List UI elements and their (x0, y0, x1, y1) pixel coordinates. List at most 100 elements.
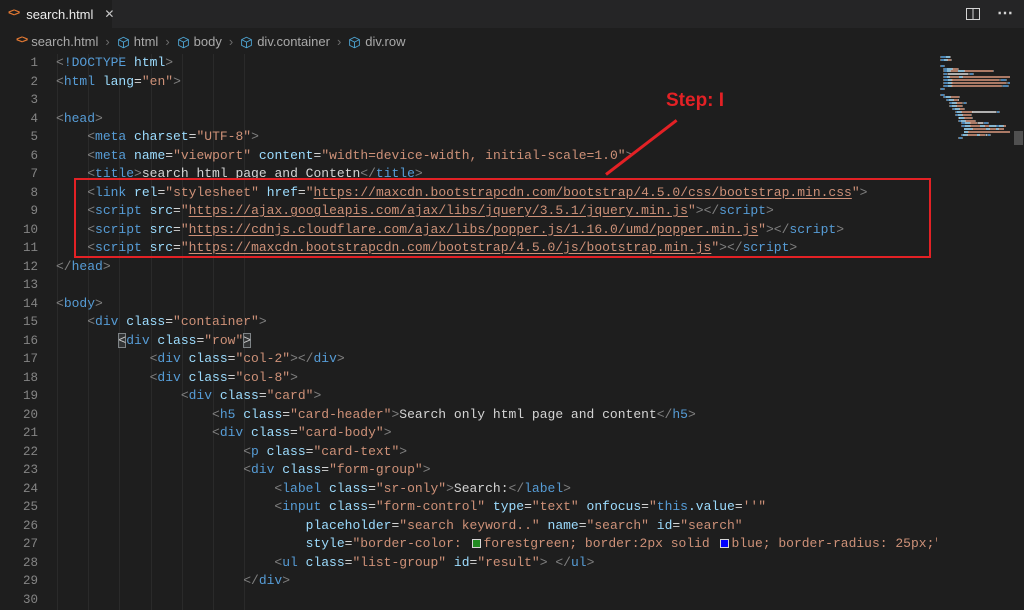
element-icon (177, 36, 190, 49)
line-content: <div class="col-8"> (38, 369, 298, 388)
split-editor-icon[interactable] (965, 6, 981, 22)
minimap[interactable] (937, 54, 1010, 610)
minimap-line (940, 70, 1010, 72)
line-content: <div class="card"> (38, 387, 321, 406)
code-line-4[interactable]: 4<head> (0, 110, 1024, 129)
code-line-11[interactable]: 11<script src="https://maxcdn.bootstrapc… (0, 239, 1024, 258)
line-content: <script src="https://maxcdn.bootstrapcdn… (38, 239, 797, 258)
code-line-23[interactable]: 23<div class="form-group"> (0, 461, 1024, 480)
code-line-6[interactable]: 6<meta name="viewport" content="width=de… (0, 147, 1024, 166)
breadcrumb-separator: › (229, 34, 233, 49)
code-line-27[interactable]: 27style="border-color: forestgreen; bord… (0, 535, 1024, 554)
minimap-line (940, 122, 1010, 124)
tab-search-html[interactable]: <> search.html ✕ (0, 0, 112, 28)
line-content: <div class="container"> (38, 313, 267, 332)
code-line-22[interactable]: 22<p class="card-text"> (0, 443, 1024, 462)
editor[interactable]: 1<!DOCTYPE html>2<html lang="en">34<head… (0, 54, 1024, 610)
scrollbar-thumb[interactable] (1014, 131, 1023, 145)
code-line-29[interactable]: 29</div> (0, 572, 1024, 591)
line-number: 11 (0, 239, 38, 258)
breadcrumb-label: div.row (365, 34, 405, 49)
line-content: style="border-color: forestgreen; border… (38, 535, 973, 554)
code-line-8[interactable]: 8<link rel="stylesheet" href="https://ma… (0, 184, 1024, 203)
minimap-line (940, 96, 1010, 98)
minimap-line (940, 76, 1010, 78)
breadcrumb: <>search.html›html›body›div.container›di… (0, 28, 1024, 54)
html-file-icon: <> (8, 8, 19, 20)
minimap-line (940, 99, 1010, 101)
code-line-28[interactable]: 28<ul class="list-group" id="result"> </… (0, 554, 1024, 573)
code-line-5[interactable]: 5<meta charset="UTF-8"> (0, 128, 1024, 147)
code-line-21[interactable]: 21<div class="card-body"> (0, 424, 1024, 443)
tab-bar: <> search.html ✕ ⋯ (0, 0, 1024, 28)
color-swatch-blue[interactable] (720, 539, 729, 548)
line-number: 14 (0, 295, 38, 314)
code-line-18[interactable]: 18<div class="col-8"> (0, 369, 1024, 388)
code-line-20[interactable]: 20<h5 class="card-header">Search only ht… (0, 406, 1024, 425)
line-number: 3 (0, 91, 38, 110)
line-number: 10 (0, 221, 38, 240)
line-content: <h5 class="card-header">Search only html… (38, 406, 696, 425)
line-content: <link rel="stylesheet" href="https://max… (38, 184, 867, 203)
line-number: 13 (0, 276, 38, 295)
breadcrumb-item-body[interactable]: body (177, 34, 222, 49)
code-line-25[interactable]: 25<input class="form-control" type="text… (0, 498, 1024, 517)
code-line-16[interactable]: 16<div class="row"> (0, 332, 1024, 351)
line-number: 17 (0, 350, 38, 369)
minimap-line (940, 65, 1010, 67)
code-line-15[interactable]: 15<div class="container"> (0, 313, 1024, 332)
line-content: <meta name="viewport" content="width=dev… (38, 147, 633, 166)
line-number: 20 (0, 406, 38, 425)
code-line-3[interactable]: 3 (0, 91, 1024, 110)
minimap-line (940, 85, 1010, 87)
line-content (38, 591, 56, 610)
minimap-line (940, 120, 1010, 122)
line-content: <meta charset="UTF-8"> (38, 128, 259, 147)
line-content: <div class="row"> (38, 332, 251, 351)
line-content: <html lang="en"> (38, 73, 181, 92)
color-swatch-forestgreen[interactable] (472, 539, 481, 548)
minimap-line (940, 140, 1010, 142)
minimap-line (940, 105, 1010, 107)
line-content: <!DOCTYPE html> (38, 54, 173, 73)
code-line-9[interactable]: 9<script src="https://ajax.googleapis.co… (0, 202, 1024, 221)
line-number: 28 (0, 554, 38, 573)
code-line-19[interactable]: 19<div class="card"> (0, 387, 1024, 406)
minimap-line (940, 131, 1010, 133)
code-line-1[interactable]: 1<!DOCTYPE html> (0, 54, 1024, 73)
code-line-17[interactable]: 17<div class="col-2"></div> (0, 350, 1024, 369)
element-icon (117, 36, 130, 49)
line-number: 5 (0, 128, 38, 147)
code-line-30[interactable]: 30 (0, 591, 1024, 610)
code-line-24[interactable]: 24<label class="sr-only">Search:</label> (0, 480, 1024, 499)
code-line-14[interactable]: 14<body> (0, 295, 1024, 314)
code-line-12[interactable]: 12</head> (0, 258, 1024, 277)
minimap-line (940, 137, 1010, 139)
line-number: 24 (0, 480, 38, 499)
code-line-13[interactable]: 13 (0, 276, 1024, 295)
line-number: 22 (0, 443, 38, 462)
scrollbar[interactable] (1010, 54, 1024, 610)
line-number: 7 (0, 165, 38, 184)
breadcrumb-item-div-container[interactable]: div.container (240, 34, 330, 49)
line-number: 29 (0, 572, 38, 591)
line-content: <script src="https://ajax.googleapis.com… (38, 202, 774, 221)
code-line-26[interactable]: 26placeholder="search keyword.." name="s… (0, 517, 1024, 536)
line-content: <head> (38, 110, 103, 129)
minimap-line (940, 108, 1010, 110)
code-line-7[interactable]: 7<title>search html page and Contetn</ti… (0, 165, 1024, 184)
more-actions-icon[interactable]: ⋯ (997, 9, 1014, 19)
line-number: 25 (0, 498, 38, 517)
breadcrumb-label: search.html (31, 34, 98, 49)
breadcrumb-label: body (194, 34, 222, 49)
breadcrumb-item-search-html[interactable]: <>search.html (16, 34, 98, 49)
breadcrumb-item-div-row[interactable]: div.row (348, 34, 405, 49)
line-content: <title>search html page and Contetn</tit… (38, 165, 423, 184)
code-line-2[interactable]: 2<html lang="en"> (0, 73, 1024, 92)
breadcrumb-item-html[interactable]: html (117, 34, 159, 49)
code-line-10[interactable]: 10<script src="https://cdnjs.cloudflare.… (0, 221, 1024, 240)
line-content: <ul class="list-group" id="result"> </ul… (38, 554, 594, 573)
minimap-line (940, 88, 1010, 90)
close-icon[interactable]: ✕ (104, 7, 114, 21)
minimap-line (940, 68, 1010, 70)
